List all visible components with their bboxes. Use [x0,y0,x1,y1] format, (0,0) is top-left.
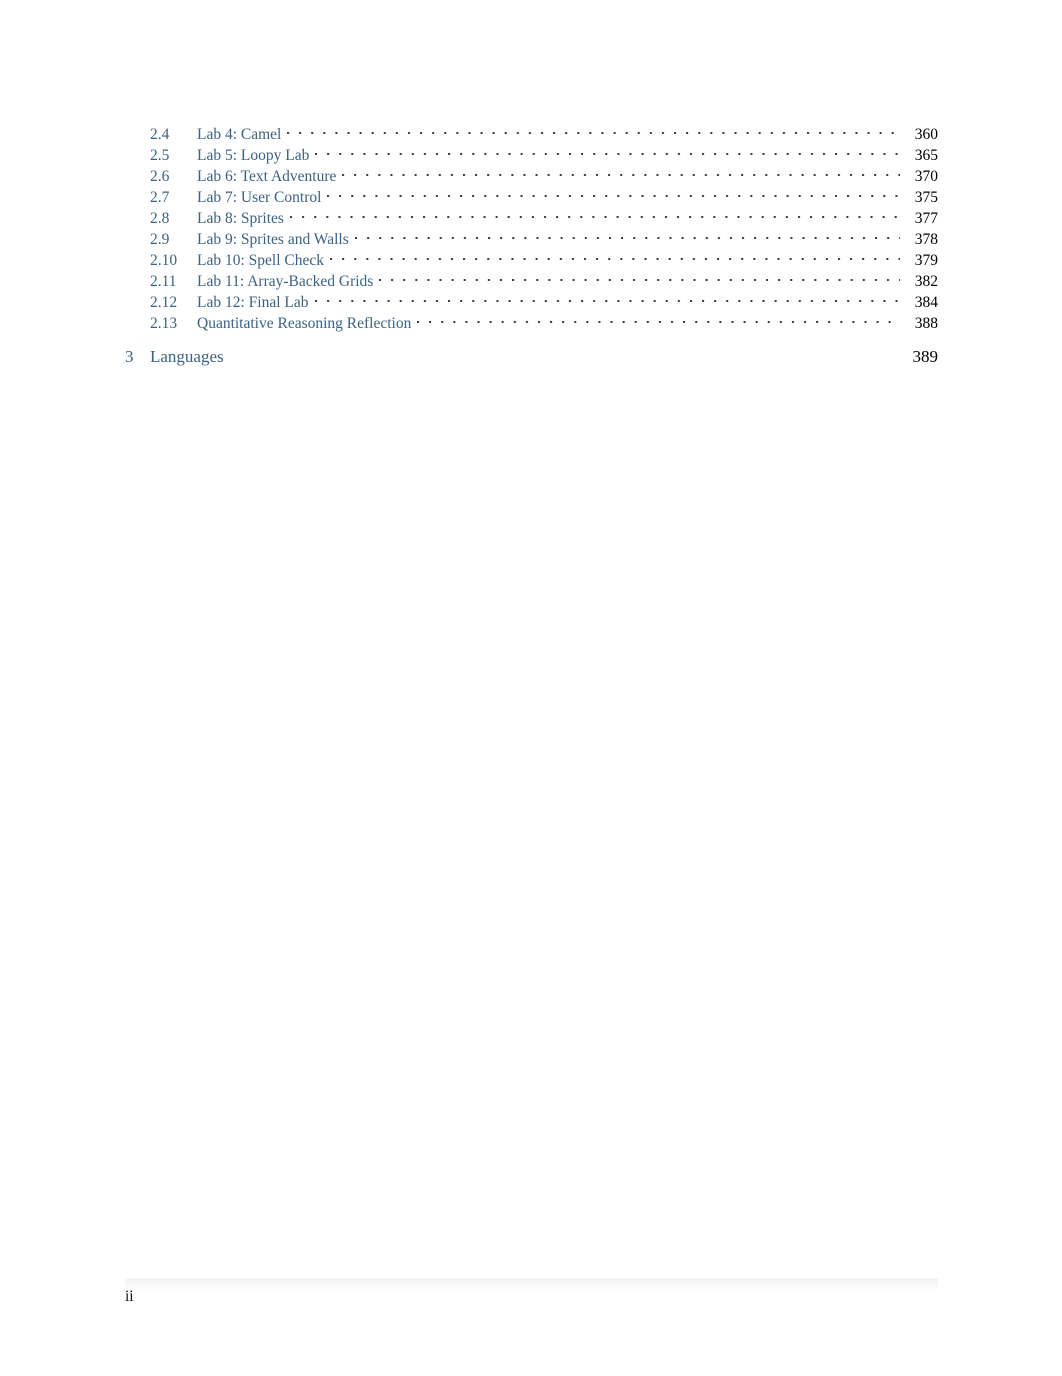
toc-chapter-number: 3 [125,347,134,366]
dot-leader [314,286,901,307]
page-folio: ii [125,1288,134,1305]
toc-entry-title: Quantitative Reasoning Reflection [197,315,412,332]
toc-entry-title: Lab 10: Spell Check [197,252,324,269]
toc-entry-number: 2.6 [150,168,170,185]
toc-entry-page: 382 [914,273,938,290]
toc-entry-number: 2.4 [150,126,170,143]
toc-entry-number: 2.13 [150,315,178,332]
toc-entry-page: 375 [914,189,938,206]
toc-entry-number: 2.11 [150,273,177,290]
toc-entry-page: 379 [914,252,938,269]
dot-leader [379,265,900,286]
dot-leader [315,139,900,160]
toc-chapter-entry[interactable]: 3 Languages 389 [125,345,938,369]
toc-entry-title: Lab 12: Final Lab [197,294,309,311]
dot-leader [330,244,900,265]
toc-entry-page: 370 [914,168,938,185]
toc-entry-page: 384 [914,294,938,311]
toc-entry-number: 2.9 [150,231,170,248]
footer-rule [125,1278,938,1291]
toc-entry-number: 2.7 [150,189,170,206]
toc-entry-title: Lab 4: Camel [197,126,282,143]
toc-entry-number: 2.8 [150,210,170,227]
toc-entry-title: Lab 6: Text Adventure [197,168,337,185]
dot-leader [327,181,900,202]
dot-leader [354,223,900,244]
dot-leader [417,307,900,328]
toc-entry-page: 377 [914,210,938,227]
dot-leader [342,160,900,181]
toc-entry-number: 2.10 [150,252,178,269]
toc-entry-page: 378 [914,231,938,248]
toc-page: 2.4 Lab 4: Camel 360 2.5 Lab 5: Loopy La… [0,0,1062,1376]
toc-chapter-title: Languages [150,347,224,366]
toc-entry-number: 2.5 [150,147,170,164]
toc-entry-number: 2.12 [150,294,178,311]
dot-leader [287,118,900,139]
toc-entry-title: Lab 5: Loopy Lab [197,147,310,164]
toc-entry-page: 365 [914,147,938,164]
dot-leader [289,202,900,223]
toc-entry[interactable]: 2.4 Lab 4: Camel 360 [125,118,938,143]
toc-list: 2.4 Lab 4: Camel 360 2.5 Lab 5: Loopy La… [125,118,938,369]
toc-entry-page: 360 [914,126,938,143]
toc-entry-page: 388 [914,315,938,332]
toc-entry-title: Lab 8: Sprites [197,210,284,227]
toc-chapter-page: 389 [912,347,939,366]
